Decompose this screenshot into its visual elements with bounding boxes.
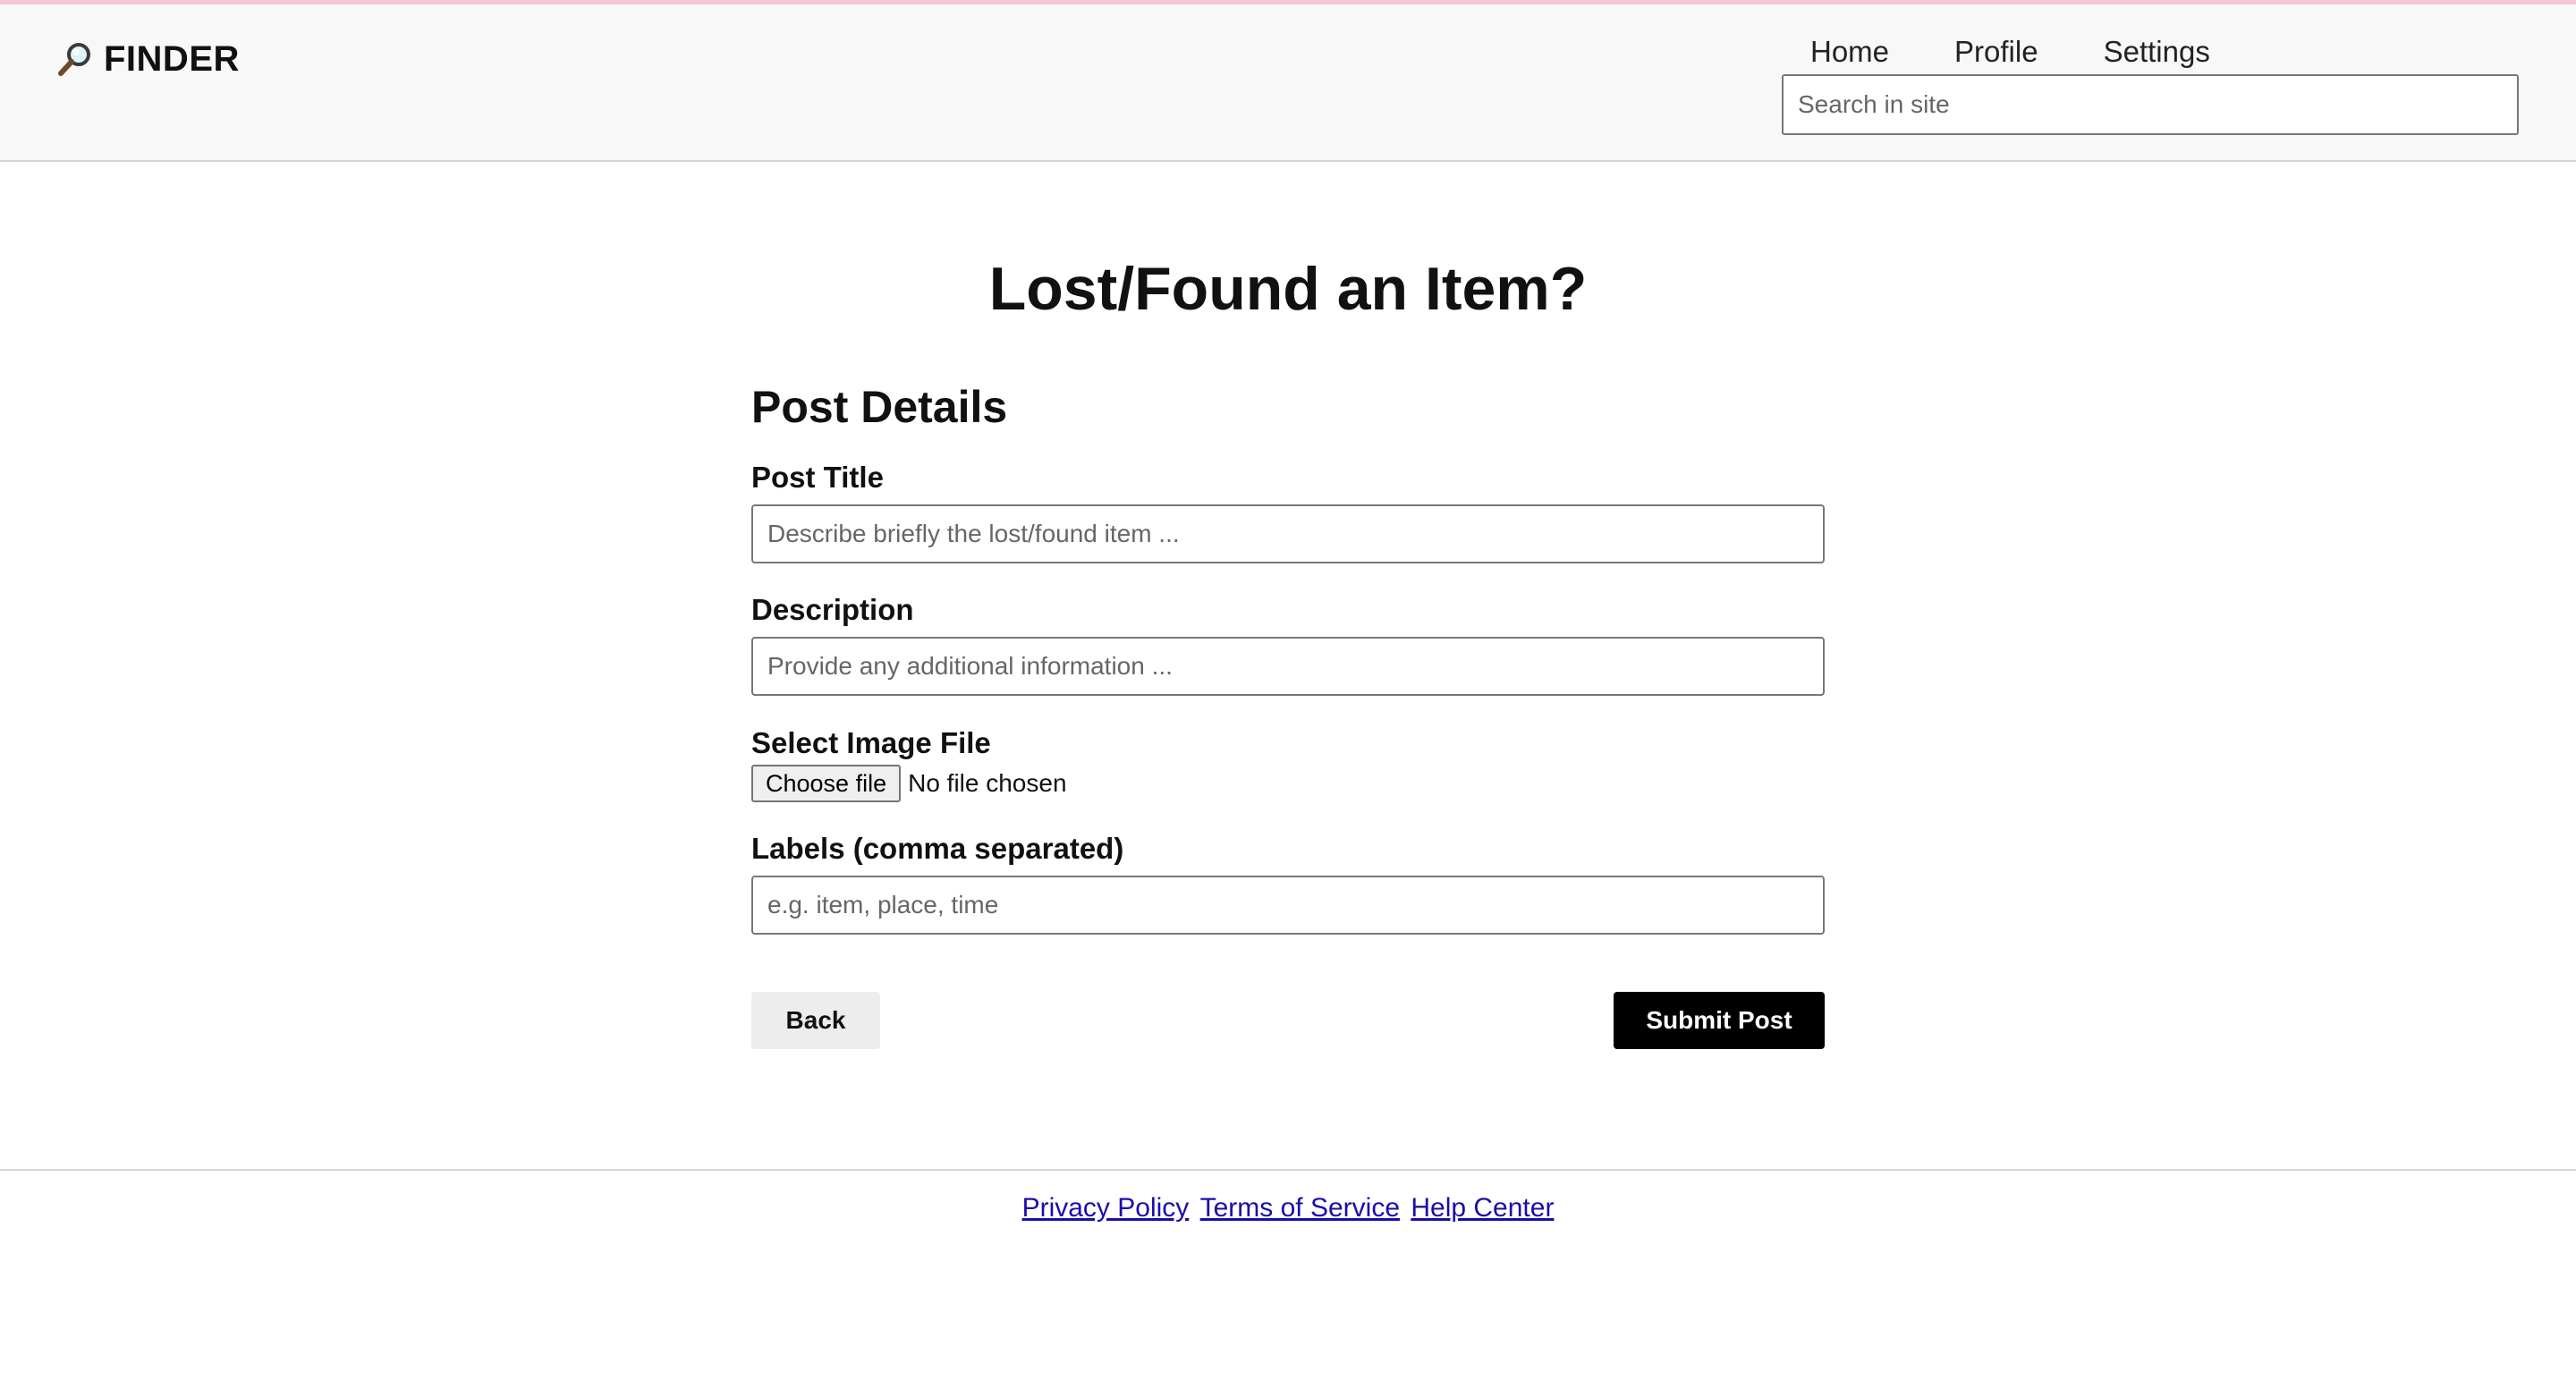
nav-profile-link[interactable]: Profile xyxy=(1954,35,2038,69)
form-actions: Back Submit Post xyxy=(751,992,1825,1049)
description-group: Description xyxy=(751,592,1825,696)
post-form: Post Details Post Title Description Sele… xyxy=(751,376,1825,1049)
description-label: Description xyxy=(751,593,914,626)
site-search-input[interactable] xyxy=(1782,74,2519,135)
magnifier-icon xyxy=(58,43,90,76)
image-file-group: Select Image File Choose file No file ch… xyxy=(751,725,1825,802)
description-input[interactable] xyxy=(751,637,1825,696)
site-footer: Privacy Policy Terms of Service Help Cen… xyxy=(0,1193,2576,1223)
section-title: Post Details xyxy=(751,382,1008,432)
choose-file-button[interactable]: Choose file xyxy=(751,765,902,802)
post-title-label: Post Title xyxy=(751,461,884,494)
nav-settings-link[interactable]: Settings xyxy=(2104,35,2210,69)
top-nav: Home Profile Settings xyxy=(1810,35,2210,69)
image-file-label: Select Image File xyxy=(751,726,991,759)
post-title-input[interactable] xyxy=(751,504,1825,563)
page-title: Lost/Found an Item? xyxy=(988,255,1588,323)
labels-group: Labels (comma separated) xyxy=(751,831,1825,935)
file-picker: Choose file No file chosen xyxy=(751,765,1825,802)
labels-label: Labels (comma separated) xyxy=(751,832,1124,865)
brand-name: FINDER xyxy=(104,38,240,79)
footer-divider xyxy=(0,1169,2576,1171)
terms-of-service-link[interactable]: Terms of Service xyxy=(1200,1193,1400,1223)
back-button[interactable]: Back xyxy=(751,992,880,1049)
labels-input[interactable] xyxy=(751,876,1825,935)
nav-home-link[interactable]: Home xyxy=(1810,35,1889,69)
file-status: No file chosen xyxy=(908,769,1067,797)
brand-logo[interactable]: FINDER xyxy=(55,37,240,81)
site-header: FINDER Home Profile Settings xyxy=(0,4,2576,162)
submit-post-button[interactable]: Submit Post xyxy=(1614,992,1825,1049)
help-center-link[interactable]: Help Center xyxy=(1411,1193,1554,1223)
post-title-group: Post Title xyxy=(751,460,1825,563)
privacy-policy-link[interactable]: Privacy Policy xyxy=(1022,1193,1190,1223)
